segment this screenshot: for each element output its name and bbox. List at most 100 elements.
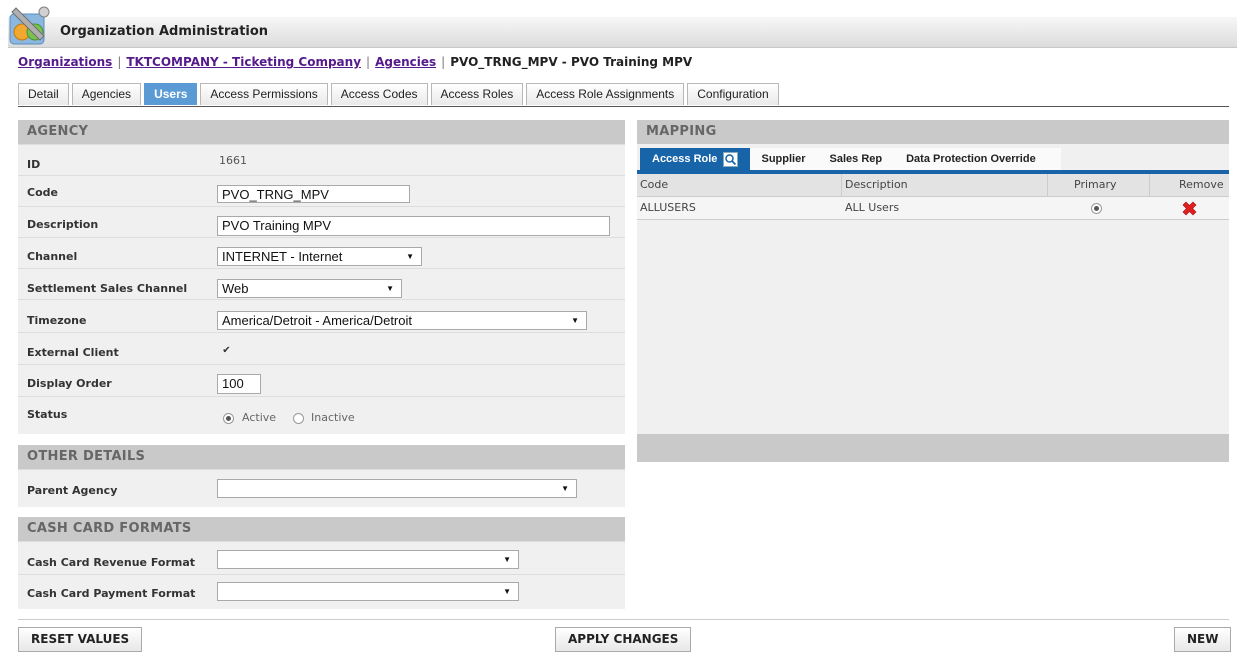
timezone-row: Timezone America/Detroit - America/Detro… <box>18 299 625 333</box>
chevron-down-icon: ▼ <box>503 555 511 564</box>
tab-detail[interactable]: Detail <box>18 83 69 105</box>
revenue-format-label: Cash Card Revenue Format <box>27 556 196 569</box>
mapping-grid-header: Code Description Primary Remove <box>637 174 1229 197</box>
id-value: 1661 <box>219 154 247 167</box>
external-label: External Client <box>27 346 119 359</box>
description-input[interactable]: PVO Training MPV <box>217 216 610 236</box>
description-label: Description <box>27 218 99 231</box>
table-row[interactable]: ALLUSERS ALL Users <box>637 197 1229 220</box>
tab-access-codes[interactable]: Access Codes <box>330 83 428 105</box>
status-active-label: Active <box>242 411 277 424</box>
tab-agencies[interactable]: Agencies <box>71 83 142 105</box>
other-details-header: OTHER DETAILS <box>18 445 625 469</box>
column-remove[interactable]: Remove <box>1179 174 1224 196</box>
revenue-format-row: Cash Card Revenue Format ▼ <box>18 541 625 575</box>
id-label: ID <box>27 158 41 171</box>
code-label: Code <box>27 186 58 199</box>
timezone-label: Timezone <box>27 314 87 327</box>
channel-select[interactable]: INTERNET - Internet ▼ <box>217 247 422 266</box>
payment-format-row: Cash Card Payment Format ▼ <box>18 574 625 608</box>
title-bar: Organization Administration <box>0 6 1237 48</box>
external-row: External Client ✔ <box>18 332 625 365</box>
mapping-footer <box>637 434 1229 462</box>
new-button[interactable]: NEW <box>1174 627 1232 652</box>
page-title: Organization Administration <box>60 24 269 39</box>
breadcrumb-separator: | <box>441 55 446 69</box>
column-description[interactable]: Description <box>845 174 908 196</box>
row-description: ALL Users <box>845 201 900 214</box>
subtab-data-protection-override[interactable]: Data Protection Override <box>894 148 1061 170</box>
tab-bar: Detail Agencies Users Access Permissions… <box>18 83 782 106</box>
settlement-row: Settlement Sales Channel Web ▼ <box>18 268 625 300</box>
subtab-access-role[interactable]: Access Role <box>640 148 750 170</box>
code-row: Code PVO_TRNG_MPV <box>18 175 625 207</box>
chevron-down-icon: ▼ <box>561 484 569 493</box>
breadcrumb-agencies[interactable]: Agencies <box>375 55 436 69</box>
breadcrumb-separator: | <box>366 55 371 69</box>
column-divider <box>1149 174 1150 196</box>
agency-panel: AGENCY ID 1661 Code PVO_TRNG_MPV Descrip… <box>18 120 625 434</box>
status-row: Status Active Inactive <box>18 396 625 433</box>
status-label: Status <box>27 408 68 421</box>
channel-label: Channel <box>27 250 78 263</box>
id-row: ID 1661 <box>18 144 625 176</box>
tab-access-role-assignments[interactable]: Access Role Assignments <box>526 83 685 105</box>
row-code: ALLUSERS <box>640 201 696 214</box>
tab-configuration[interactable]: Configuration <box>687 83 779 105</box>
revenue-format-select[interactable]: ▼ <box>217 550 519 569</box>
breadcrumb-company[interactable]: TKTCOMPANY - Ticketing Company <box>126 55 361 69</box>
status-inactive-radio[interactable] <box>293 413 304 424</box>
code-input[interactable]: PVO_TRNG_MPV <box>217 185 410 203</box>
column-primary[interactable]: Primary <box>1074 174 1117 196</box>
subtab-supplier[interactable]: Supplier <box>749 148 818 170</box>
display-order-label: Display Order <box>27 377 112 390</box>
description-row: Description PVO Training MPV <box>18 206 625 238</box>
cash-card-header: CASH CARD FORMATS <box>18 517 625 541</box>
channel-select-value: INTERNET - Internet <box>222 249 343 264</box>
action-divider <box>18 619 1229 620</box>
status-active-radio[interactable] <box>223 413 234 424</box>
tab-access-roles[interactable]: Access Roles <box>430 83 524 105</box>
parent-agency-label: Parent Agency <box>27 484 118 497</box>
status-inactive-label: Inactive <box>311 411 355 424</box>
column-code[interactable]: Code <box>640 174 668 196</box>
breadcrumb-organizations[interactable]: Organizations <box>18 55 112 69</box>
admin-tools-icon <box>9 6 50 45</box>
external-client-checkbox[interactable]: ✔ <box>221 345 232 356</box>
mapping-subtabs: Access Role Supplier Sales Rep Data Prot… <box>640 148 1061 170</box>
tab-users[interactable]: Users <box>144 83 198 105</box>
breadcrumb: Organizations | TKTCOMPANY - Ticketing Com… <box>18 55 692 69</box>
timezone-select[interactable]: America/Detroit - America/Detroit ▼ <box>217 311 587 330</box>
settlement-label: Settlement Sales Channel <box>27 282 188 295</box>
timezone-select-value: America/Detroit - America/Detroit <box>222 313 412 328</box>
tab-access-permissions[interactable]: Access Permissions <box>200 83 328 105</box>
settlement-select-value: Web <box>222 281 249 296</box>
subtab-access-role-label: Access Role <box>652 153 718 165</box>
breadcrumb-separator: | <box>117 55 122 69</box>
parent-agency-select[interactable]: ▼ <box>217 479 577 498</box>
chevron-down-icon: ▼ <box>503 587 511 596</box>
tab-divider <box>18 106 1229 107</box>
remove-icon[interactable] <box>1181 200 1198 217</box>
search-icon[interactable] <box>722 151 738 167</box>
breadcrumb-current: PVO_TRNG_MPV - PVO Training MPV <box>450 55 693 69</box>
reset-values-button[interactable]: RESET VALUES <box>18 627 143 652</box>
apply-changes-button[interactable]: APPLY CHANGES <box>555 627 692 652</box>
mapping-header: MAPPING <box>637 120 1229 144</box>
channel-row: Channel INTERNET - Internet ▼ <box>18 237 625 269</box>
chevron-down-icon: ▼ <box>571 316 579 325</box>
agency-header: AGENCY <box>18 120 625 144</box>
chevron-down-icon: ▼ <box>386 284 394 293</box>
cash-card-panel: CASH CARD FORMATS Cash Card Revenue Form… <box>18 517 625 609</box>
primary-radio[interactable] <box>1091 203 1102 214</box>
subtab-sales-rep[interactable]: Sales Rep <box>817 148 895 170</box>
mapping-panel: MAPPING Access Role Supplier Sales Rep D… <box>637 120 1229 462</box>
payment-format-label: Cash Card Payment Format <box>27 587 196 600</box>
parent-agency-row: Parent Agency ▼ <box>18 469 625 507</box>
chevron-down-icon: ▼ <box>406 252 414 261</box>
column-divider <box>1047 174 1048 196</box>
column-divider <box>841 174 842 196</box>
display-order-input[interactable]: 100 <box>217 374 261 394</box>
settlement-select[interactable]: Web ▼ <box>217 279 402 298</box>
payment-format-select[interactable]: ▼ <box>217 582 519 601</box>
